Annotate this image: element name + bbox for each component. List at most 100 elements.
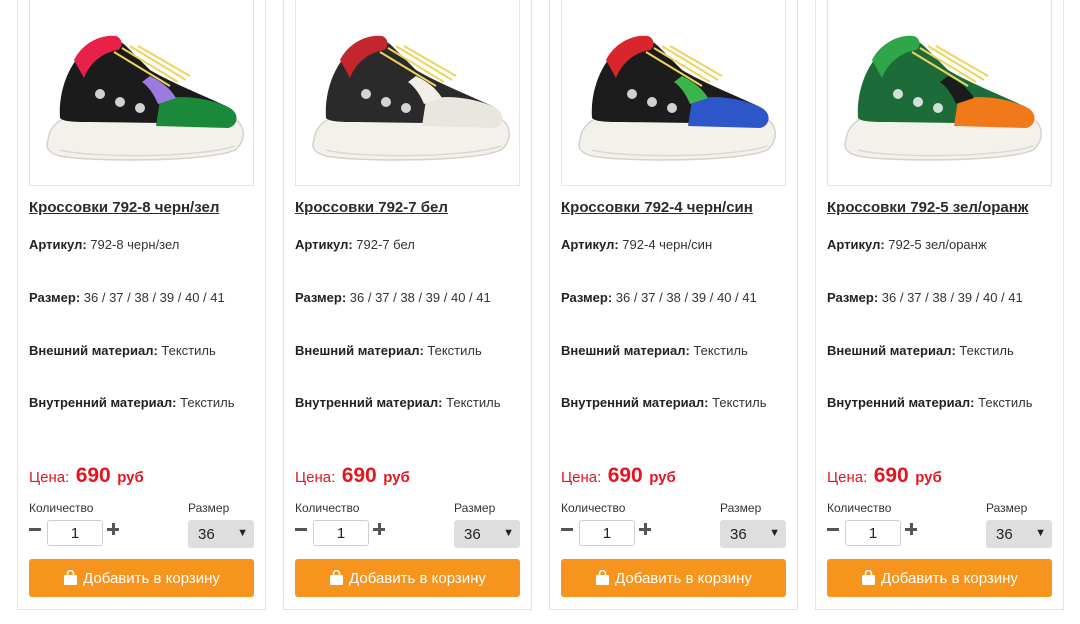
price-value: 690 — [75, 464, 111, 487]
outer-material-label: Внешний материал: — [29, 343, 158, 358]
size-select[interactable]: 36 ▼ — [986, 520, 1052, 548]
article-label: Артикул: — [29, 237, 87, 252]
outer-material-label: Внешний материал: — [295, 343, 424, 358]
price-label: Цена: — [29, 469, 70, 486]
shopping-bag-icon — [330, 570, 344, 585]
dropdown-arrow-icon: ▼ — [237, 527, 248, 539]
dropdown-arrow-icon: ▼ — [503, 527, 514, 539]
dropdown-arrow-icon: ▼ — [1035, 527, 1046, 539]
quantity-label: Количество — [295, 501, 360, 515]
product-image[interactable] — [295, 0, 520, 186]
add-to-cart-button[interactable]: Добавить в корзину — [827, 559, 1052, 597]
price: Цена: 690 руб — [295, 464, 410, 488]
add-to-cart-label: Добавить в корзину — [881, 569, 1018, 587]
product-image[interactable] — [29, 0, 254, 186]
plus-icon[interactable] — [905, 523, 917, 535]
price-label: Цена: — [561, 469, 602, 486]
product-image[interactable] — [561, 0, 786, 186]
sneaker-image — [844, 35, 1042, 161]
price-currency: руб — [649, 469, 676, 486]
quantity-label: Количество — [561, 501, 626, 515]
price-currency: руб — [915, 469, 942, 486]
outer-material-row: Внешний материал: Текстиль — [561, 343, 748, 358]
plus-icon[interactable] — [373, 523, 385, 535]
price-value: 690 — [607, 464, 643, 487]
quantity-label: Количество — [827, 501, 892, 515]
outer-material-value: Текстиль — [959, 343, 1014, 358]
product-title-link[interactable]: Кроссовки 792-8 черн/зел — [29, 199, 219, 216]
quantity-input[interactable] — [47, 520, 103, 546]
inner-material-value: Текстиль — [180, 395, 235, 410]
product-title-link[interactable]: Кроссовки 792-5 зел/оранж — [827, 199, 1028, 216]
sizes-row: Размер: 36 / 37 / 38 / 39 / 40 / 41 — [29, 290, 225, 305]
add-to-cart-button[interactable]: Добавить в корзину — [561, 559, 786, 597]
size-select-label: Размер — [986, 501, 1028, 515]
inner-material-value: Текстиль — [446, 395, 501, 410]
outer-material-value: Текстиль — [161, 343, 216, 358]
size-select-value: 36 — [996, 526, 1013, 543]
article-value: 792-4 черн/син — [622, 237, 713, 252]
product-card: Кроссовки 792-7 бел Артикул: 792-7 бел Р… — [283, 0, 532, 610]
sneaker-image — [578, 35, 776, 161]
sizes-value: 36 / 37 / 38 / 39 / 40 / 41 — [83, 290, 225, 305]
shopping-bag-icon — [64, 570, 78, 585]
inner-material-label: Внутренний материал: — [29, 395, 177, 410]
inner-material-value: Текстиль — [712, 395, 767, 410]
price-currency: руб — [117, 469, 144, 486]
shopping-bag-icon — [862, 570, 876, 585]
dropdown-arrow-icon: ▼ — [769, 527, 780, 539]
product-title-link[interactable]: Кроссовки 792-4 черн/син — [561, 199, 753, 216]
sizes-label: Размер: — [295, 290, 347, 305]
add-to-cart-button[interactable]: Добавить в корзину — [29, 559, 254, 597]
size-select[interactable]: 36 ▼ — [720, 520, 786, 548]
size-select-label: Размер — [188, 501, 230, 515]
minus-icon[interactable] — [561, 523, 573, 535]
quantity-input[interactable] — [845, 520, 901, 546]
sizes-label: Размер: — [29, 290, 81, 305]
add-to-cart-label: Добавить в корзину — [83, 569, 220, 587]
price: Цена: 690 руб — [29, 464, 144, 488]
article-row: Артикул: 792-8 черн/зел — [29, 237, 179, 252]
size-select-label: Размер — [720, 501, 762, 515]
product-image[interactable] — [827, 0, 1052, 186]
sneaker-image — [312, 35, 510, 161]
minus-icon[interactable] — [295, 523, 307, 535]
price: Цена: 690 руб — [561, 464, 676, 488]
outer-material-row: Внешний материал: Текстиль — [295, 343, 482, 358]
outer-material-value: Текстиль — [693, 343, 748, 358]
size-select-value: 36 — [464, 526, 481, 543]
price-label: Цена: — [827, 469, 868, 486]
price: Цена: 690 руб — [827, 464, 942, 488]
price-value: 690 — [873, 464, 909, 487]
product-title-link[interactable]: Кроссовки 792-7 бел — [295, 199, 448, 216]
size-select[interactable]: 36 ▼ — [188, 520, 254, 548]
add-to-cart-label: Добавить в корзину — [615, 569, 752, 587]
sizes-label: Размер: — [827, 290, 879, 305]
size-select[interactable]: 36 ▼ — [454, 520, 520, 548]
minus-icon[interactable] — [29, 523, 41, 535]
size-select-value: 36 — [730, 526, 747, 543]
price-currency: руб — [383, 469, 410, 486]
inner-material-row: Внутренний материал: Текстиль — [295, 395, 500, 410]
plus-icon[interactable] — [107, 523, 119, 535]
minus-icon[interactable] — [827, 523, 839, 535]
outer-material-row: Внешний материал: Текстиль — [827, 343, 1014, 358]
quantity-input[interactable] — [579, 520, 635, 546]
add-to-cart-button[interactable]: Добавить в корзину — [295, 559, 520, 597]
article-row: Артикул: 792-5 зел/оранж — [827, 237, 987, 252]
inner-material-label: Внутренний материал: — [827, 395, 975, 410]
add-to-cart-label: Добавить в корзину — [349, 569, 486, 587]
outer-material-value: Текстиль — [427, 343, 482, 358]
outer-material-label: Внешний материал: — [827, 343, 956, 358]
sizes-value: 36 / 37 / 38 / 39 / 40 / 41 — [881, 290, 1023, 305]
inner-material-label: Внутренний материал: — [295, 395, 443, 410]
sizes-label: Размер: — [561, 290, 613, 305]
sizes-value: 36 / 37 / 38 / 39 / 40 / 41 — [615, 290, 757, 305]
article-value: 792-8 черн/зел — [90, 237, 180, 252]
plus-icon[interactable] — [639, 523, 651, 535]
product-card: Кроссовки 792-4 черн/син Артикул: 792-4 … — [549, 0, 798, 610]
quantity-input[interactable] — [313, 520, 369, 546]
sizes-row: Размер: 36 / 37 / 38 / 39 / 40 / 41 — [295, 290, 491, 305]
product-card: Кроссовки 792-5 зел/оранж Артикул: 792-5… — [815, 0, 1064, 610]
inner-material-label: Внутренний материал: — [561, 395, 709, 410]
